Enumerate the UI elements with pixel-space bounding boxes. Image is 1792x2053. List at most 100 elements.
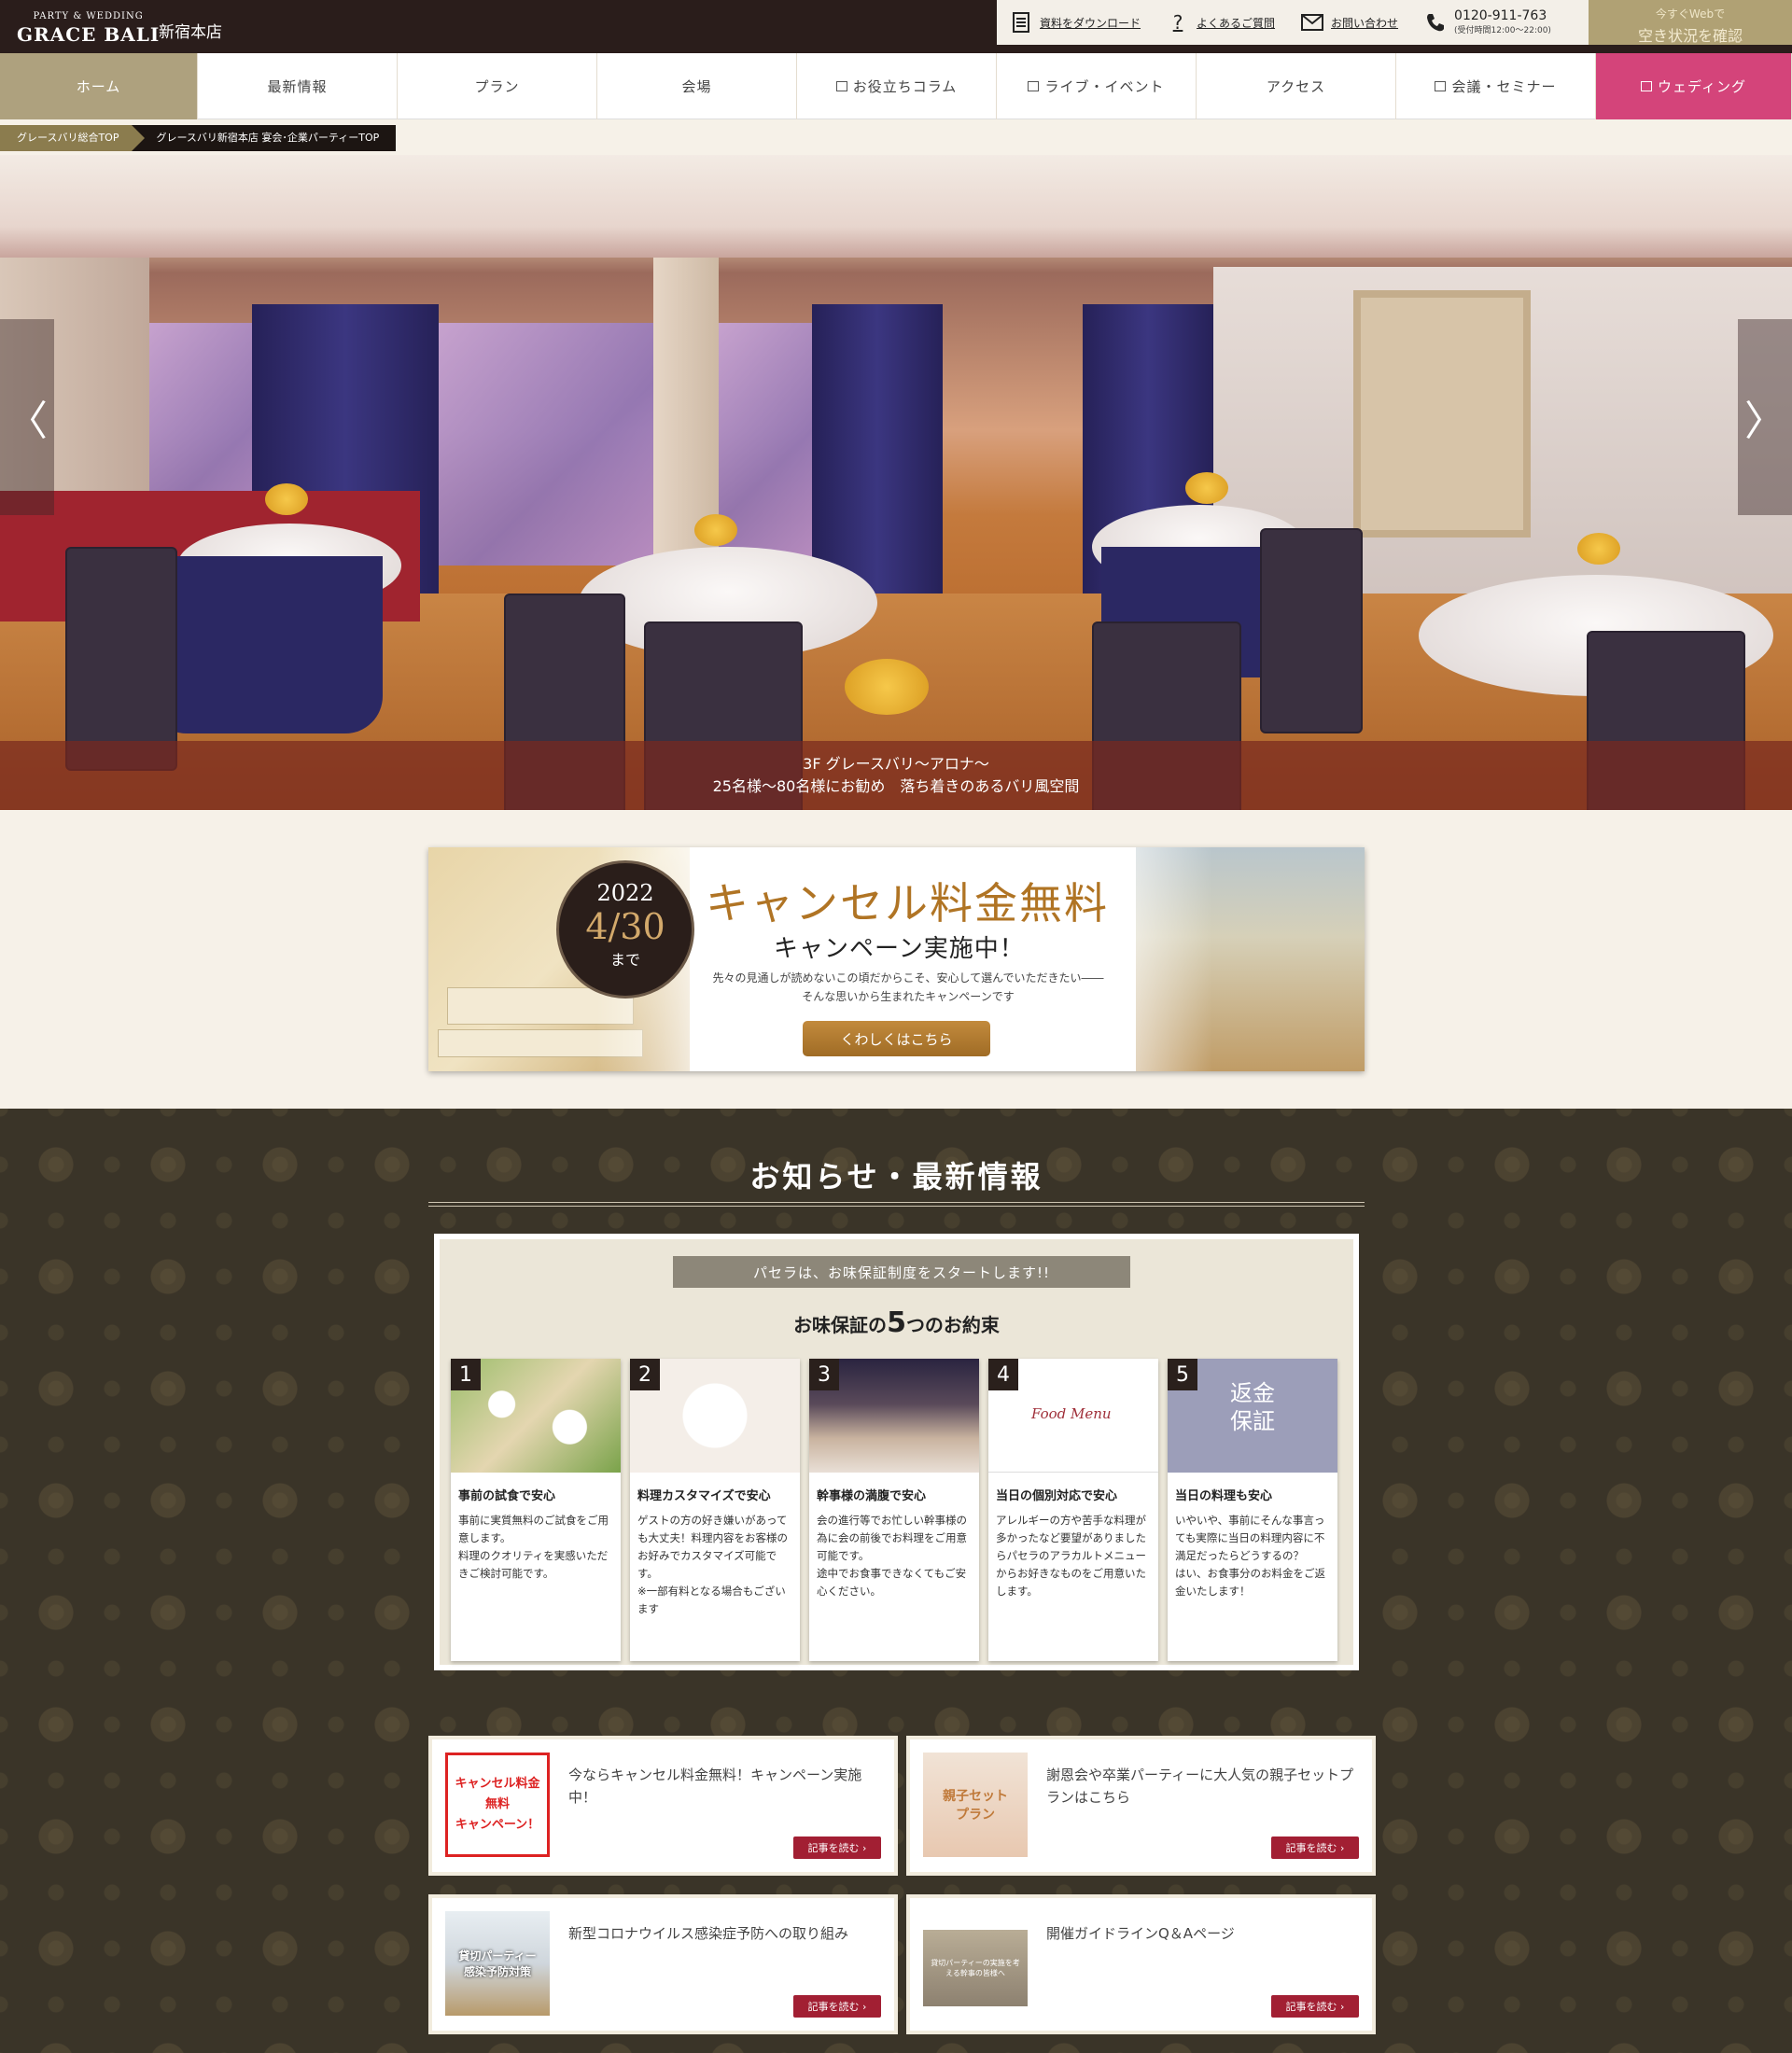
promise-card: 1 事前の試食で安心 事前に実質無料のご試食をご用意します。 料理のクオリティを実感… — [451, 1359, 621, 1661]
hero-chair — [1260, 528, 1363, 733]
mail-icon — [1301, 11, 1324, 34]
branch-name: 新宿本店 — [159, 23, 222, 42]
hero-flower — [265, 483, 308, 515]
logo[interactable]: PARTY & WEDDING GRACE BALI — [17, 11, 160, 46]
nav-item-label: ウェディング — [1658, 78, 1746, 95]
hero-flower — [1577, 533, 1620, 565]
campaign-details-button[interactable]: くわしくはこちら — [803, 1021, 990, 1056]
food-menu-label: Food Menu — [1031, 1405, 1112, 1422]
news-title: お知らせ・最新情報 — [749, 1159, 1043, 1194]
nav-item-label: 会場 — [681, 78, 712, 95]
promise-card-image: 1 — [451, 1359, 621, 1473]
nav-item-label: プラン — [474, 78, 520, 95]
chevron-right-icon: › — [1340, 1841, 1345, 1854]
read-more-button[interactable]: 記事を読む › — [793, 1995, 881, 2018]
hero-next-button[interactable]: 〉 — [1738, 319, 1792, 515]
read-more-button[interactable]: 記事を読む › — [793, 1837, 881, 1859]
promise-card: Food Menu 4 当日の個別対応で安心 アレルギーの方や苦手な料理が多かったなど… — [988, 1359, 1158, 1661]
nav-item-label: ホーム — [76, 78, 121, 95]
campaign-until: まで — [609, 951, 640, 969]
nav-item-2[interactable]: プラン — [398, 53, 597, 119]
hero-prev-button[interactable]: 〈 — [0, 319, 54, 515]
chevron-right-icon: › — [862, 1841, 867, 1854]
news-item-text: 謝恩会や卒業パーティーに大人気の親子セットプランはこちら — [1046, 1767, 1354, 1806]
promise-number: 2 — [630, 1359, 660, 1390]
read-more-button[interactable]: 記事を読む › — [1271, 1837, 1359, 1859]
promise-body: いやいや、事前にそんな事言っても実際に当日の料理内容に不満足だったらどうするの？… — [1175, 1514, 1325, 1598]
news-item[interactable]: 貸切パーティーの実施を考える幹事の皆様へ 開催ガイドラインQ＆Aページ 記事を読… — [906, 1894, 1376, 2034]
campaign-body-line2: そんな思いから生まれたキャンペーンです — [802, 990, 1015, 1003]
promise-card: 3 幹事様の満腹で安心会の進行等でお忙しい幹事様の為に会の前後でお料理をご用意可能… — [809, 1359, 979, 1661]
promise-title: 料理カスタマイズで安心 — [637, 1489, 771, 1503]
breadcrumb-item-current: グレースバリ新宿本店 宴会･企業パーティーTOP — [132, 125, 397, 151]
news-thumb-cancel: キャンセル料金 無料 キャンペーン！ — [445, 1753, 550, 1857]
promise-heading-pre: お味保証の — [793, 1314, 888, 1336]
promise-body: 会の進行等でお忙しい幹事様の為に会の前後でお料理をご用意可能です。 途中でお食事… — [817, 1514, 967, 1598]
nav-item-1[interactable]: 最新情報 — [198, 53, 398, 119]
download-link[interactable]: 資料をダウンロード — [997, 0, 1154, 45]
nav-item-7[interactable]: 会議・セミナー — [1396, 53, 1596, 119]
nav-item-label: ライブ・イベント — [1044, 78, 1165, 95]
news-item[interactable]: キャンセル料金 無料 キャンペーン！ 今ならキャンセル料金無料！キャンペーン実施… — [428, 1736, 898, 1876]
promise-card: 2 料理カスタマイズで安心 ゲストの方の好き嫌いがあっても大丈夫！料理内容をお客様の… — [630, 1359, 800, 1661]
read-more-label: 記事を読む — [807, 2001, 860, 2013]
top-bar: PARTY & WEDDING GRACE BALI 新宿本店 資料をダウンロー… — [0, 0, 1792, 53]
promise-heading: お味保証の5つのお約束 — [440, 1306, 1353, 1339]
promise-card-image: Food Menu 4 — [988, 1359, 1158, 1473]
campaign-date: 4/30 — [585, 906, 665, 947]
breadcrumb-item-top[interactable]: グレースバリ総合TOP — [0, 125, 146, 151]
faq-link[interactable]: ? よくあるご質問 — [1154, 0, 1288, 45]
news-thumb-guideline: 貸切パーティーの実施を考える幹事の皆様へ — [923, 1930, 1028, 2006]
nav-item-6[interactable]: アクセス — [1197, 53, 1396, 119]
nav-item-8[interactable]: ウェディング — [1596, 53, 1792, 119]
nav-item-label: お役立ちコラム — [852, 78, 958, 95]
promise-title: 幹事様の満腹で安心 — [817, 1489, 927, 1503]
promise-heading-post: つのお約束 — [905, 1314, 1000, 1336]
nav-item-5[interactable]: ライブ・イベント — [997, 53, 1197, 119]
hero-carving — [1353, 290, 1531, 538]
hero-flower — [1185, 472, 1228, 504]
hero-caption-line2: 25名様〜80名様にお勧め 落ち着きのあるバリ風空間 — [712, 777, 1080, 795]
hero-table-base — [149, 556, 383, 733]
nav-item-4[interactable]: お役立ちコラム — [797, 53, 997, 119]
chevron-right-icon: › — [1340, 2000, 1345, 2013]
news-item-text: 新型コロナウイルス感染症予防への取り組み — [568, 1925, 849, 1942]
phone-hours: (受付時間12:00～22:00) — [1454, 26, 1551, 35]
campaign-subheadline: キャンペーン実施中！ — [774, 935, 1025, 963]
main-nav: ホーム 最新情報 プラン 会場 お役立ちコラム ライブ・イベント アクセス 会議・セミナー ウェ… — [0, 53, 1792, 119]
contact-link[interactable]: お問い合わせ — [1288, 0, 1411, 45]
nav-item-3[interactable]: 会場 — [597, 53, 797, 119]
read-more-button[interactable]: 記事を読む › — [1271, 1995, 1359, 2018]
availability-button[interactable]: 今すぐWebで 空き状況を確認 — [1589, 0, 1792, 45]
nav-item-label: 会議・セミナー — [1451, 78, 1557, 95]
promise-body: アレルギーの方や苦手な料理が多かったなど要望がありましたらパセラのアラカルトメニ… — [996, 1514, 1146, 1598]
window-icon — [835, 81, 847, 91]
news-thumb-family-plan: 親子セット プラン — [923, 1753, 1028, 1857]
nav-item-label: アクセス — [1266, 78, 1326, 95]
nav-item-0[interactable]: ホーム — [0, 53, 198, 119]
hero-caption: 3F グレースバリ〜アロナ〜 25名様〜80名様にお勧め 落ち着きのあるバリ風空… — [0, 741, 1792, 810]
hero-chair — [65, 547, 177, 771]
promise-number: 3 — [809, 1359, 839, 1390]
availability-line1: 今すぐWebで — [1655, 7, 1726, 21]
news-section: お知らせ・最新情報 パセラは、お味保証制度をスタートします!! お味保証の5つの… — [0, 1109, 1792, 2053]
logo-text: GRACE BALI — [17, 23, 161, 46]
breadcrumb: グレースバリ総合TOP グレースバリ新宿本店 宴会･企業パーティーTOP — [0, 124, 397, 152]
taste-guarantee-box: パセラは、お味保証制度をスタートします!! お味保証の5つのお約束 1 事前の試食… — [434, 1234, 1359, 1670]
campaign-banner[interactable]: 2022 4/30 まで キャンセル料金無料 キャンペーン実施中！ 先々の見通し… — [428, 847, 1365, 1071]
promise-number: 4 — [988, 1359, 1018, 1390]
phone-number: 0120-911-763 — [1454, 8, 1547, 23]
campaign-headline: キャンセル料金無料 — [706, 878, 1109, 929]
utility-links: 資料をダウンロード ? よくあるご質問 お問い合わせ 0120-911-763 … — [997, 0, 1589, 45]
news-item[interactable]: 親子セット プラン 謝恩会や卒業パーティーに大人気の親子セットプランはこちら 記… — [906, 1736, 1376, 1876]
promise-title: 当日の料理も安心 — [1175, 1489, 1273, 1503]
promise-cards: 1 事前の試食で安心 事前に実質無料のご試食をご用意します。 料理のクオリティを実感… — [451, 1359, 1337, 1661]
phone-link[interactable]: 0120-911-763 (受付時間12:00～22:00) — [1411, 0, 1564, 45]
window-icon — [1435, 81, 1447, 91]
campaign-date-badge: 2022 4/30 まで — [556, 860, 694, 999]
hero-caption-line1: 3F グレースバリ〜アロナ〜 — [803, 755, 989, 773]
news-item[interactable]: 貸切パーティー 感染予防対策 新型コロナウイルス感染症予防への取り組み 記事を読… — [428, 1894, 898, 2034]
promise-number: 5 — [1168, 1359, 1197, 1390]
logo-tagline: PARTY & WEDDING — [33, 11, 144, 21]
promise-title: 事前の試食で安心 — [458, 1489, 556, 1503]
